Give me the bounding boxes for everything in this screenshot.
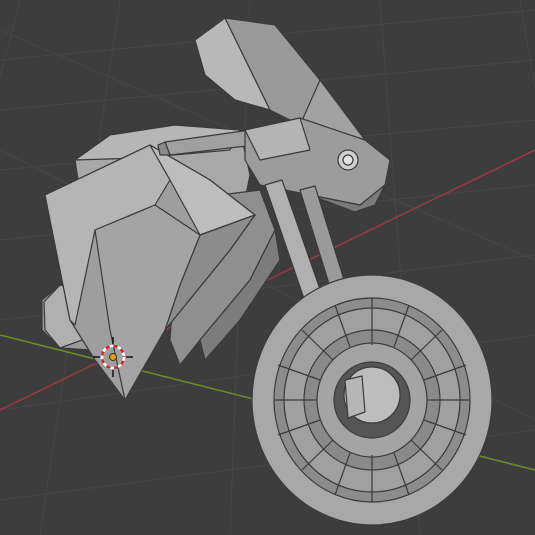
front-wheel[interactable] bbox=[251, 274, 493, 526]
viewport-canvas[interactable] bbox=[0, 0, 535, 535]
windshield[interactable] bbox=[194, 17, 366, 141]
motorcycle-mesh[interactable] bbox=[41, 17, 493, 526]
3d-viewport[interactable] bbox=[0, 0, 535, 535]
